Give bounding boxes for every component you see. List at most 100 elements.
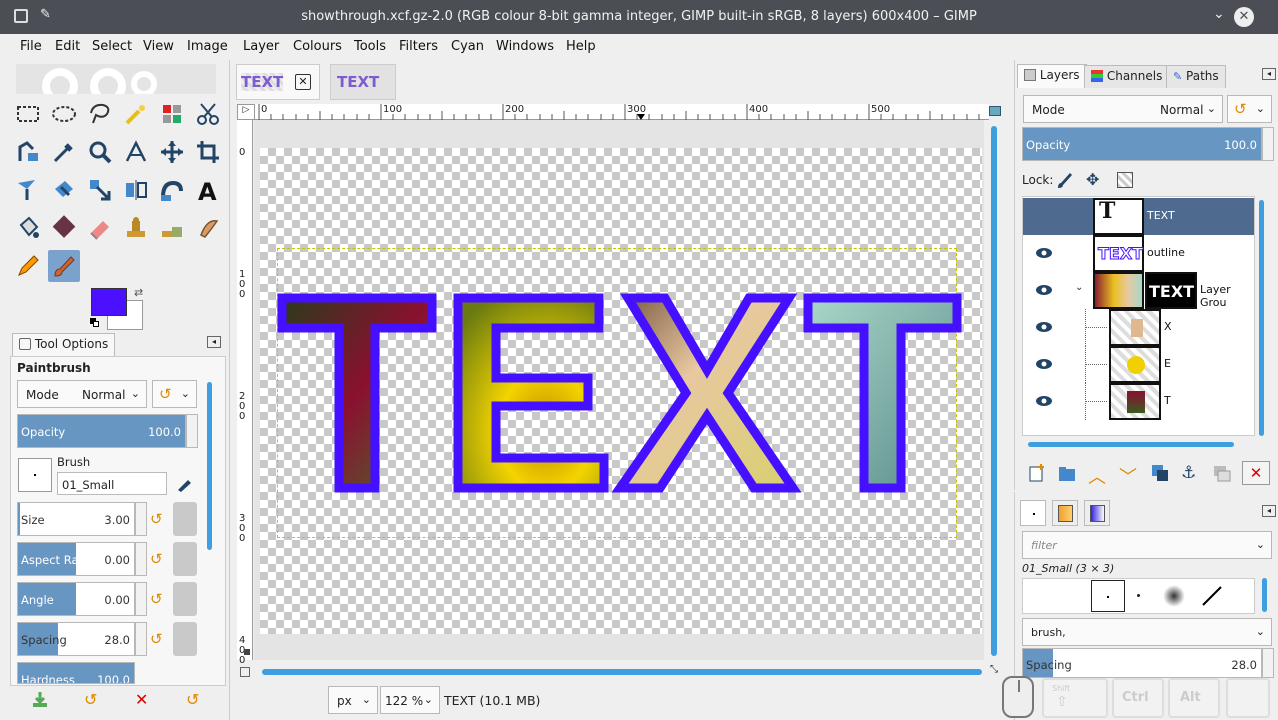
lock-pixels-icon[interactable]: [1056, 171, 1074, 189]
menu-select[interactable]: Select: [92, 39, 132, 54]
tab-paths[interactable]: ✎ Paths: [1166, 65, 1226, 88]
tab-patterns[interactable]: [1052, 500, 1078, 526]
foreground-color-swatch[interactable]: [91, 288, 127, 316]
size-slider[interactable]: Size 3.00: [17, 502, 135, 536]
measure-tool[interactable]: [120, 136, 152, 168]
angle-slider[interactable]: Angle 0.00: [17, 582, 135, 616]
layers-panel-menu-icon[interactable]: ◂: [1262, 68, 1276, 80]
menu-colours[interactable]: Colours: [293, 39, 342, 54]
color-picker-tool[interactable]: [48, 136, 80, 168]
aspect-ratio-reset-icon[interactable]: ↺: [150, 550, 170, 570]
close-window-button[interactable]: ✕: [1234, 7, 1254, 27]
image-canvas[interactable]: [260, 148, 982, 634]
brush-cell-line[interactable]: [1201, 585, 1223, 607]
aspect-ratio-slider[interactable]: Aspect Ratio 0.00: [17, 542, 135, 576]
heal-tool[interactable]: [156, 212, 188, 244]
scissors-tool[interactable]: [192, 98, 224, 130]
angle-spinner[interactable]: [135, 582, 147, 616]
visibility-eye-icon[interactable]: [1035, 395, 1053, 407]
brush-spacing-slider[interactable]: Spacing 28.0: [1022, 648, 1262, 678]
brushes-panel-menu-icon[interactable]: ◂: [1262, 505, 1276, 517]
opacity-slider[interactable]: Opacity 100.0: [17, 414, 186, 448]
lock-position-icon[interactable]: ✥: [1086, 170, 1099, 189]
size-link-icon[interactable]: [173, 502, 197, 536]
new-layer-icon[interactable]: [1027, 463, 1049, 485]
menu-layer[interactable]: Layer: [243, 39, 279, 54]
brush-cell-2[interactable]: [1137, 594, 1140, 597]
menu-edit[interactable]: Edit: [55, 39, 80, 54]
tab-gradients[interactable]: [1084, 500, 1110, 526]
delete-options-icon[interactable]: ✕: [135, 690, 148, 709]
unified-transform-tool[interactable]: [12, 174, 44, 206]
layer-row-x[interactable]: X: [1023, 309, 1254, 346]
layer-mode-reset-combo[interactable]: ↺ ⌄: [1227, 95, 1272, 123]
rect-select-tool[interactable]: [12, 98, 44, 130]
lower-layer-icon[interactable]: ﹀: [1119, 463, 1141, 488]
scale-tool[interactable]: [84, 174, 116, 206]
spacing-link-icon[interactable]: [173, 622, 197, 656]
angle-link-icon[interactable]: [173, 582, 197, 616]
brush-name-field[interactable]: 01_Small: [57, 472, 167, 495]
brush-filter-input[interactable]: filter ⌄: [1022, 531, 1272, 559]
image-tab-2[interactable]: TEXT: [330, 64, 396, 100]
expand-group-icon[interactable]: ⌄: [1075, 282, 1083, 293]
merge-layer-icon[interactable]: [1212, 463, 1234, 485]
spacing-spinner[interactable]: [135, 622, 147, 656]
brush-preview-button[interactable]: [18, 458, 52, 492]
layer-row-outline[interactable]: TEXT outline: [1023, 235, 1254, 272]
pencil-tool[interactable]: [12, 250, 44, 282]
brush-tag-input[interactable]: brush, ⌄: [1022, 618, 1272, 646]
nav-preview-icon[interactable]: [989, 106, 1001, 116]
save-options-icon[interactable]: [31, 690, 49, 708]
smudge-tool[interactable]: [192, 212, 224, 244]
visibility-eye-icon[interactable]: [1035, 284, 1053, 296]
select-by-color-tool[interactable]: [156, 98, 188, 130]
zoom-tool[interactable]: [84, 136, 116, 168]
canvas-viewport[interactable]: [254, 120, 984, 660]
minimize-icon[interactable]: ⌄: [1213, 6, 1225, 22]
clone-tool[interactable]: [120, 212, 152, 244]
panel-menu-icon[interactable]: ◂: [207, 336, 221, 348]
spacing-slider[interactable]: Spacing 28.0: [17, 622, 135, 656]
fuzzy-select-tool[interactable]: [120, 98, 152, 130]
bucket-fill-tool[interactable]: [12, 212, 44, 244]
mode-combo[interactable]: Mode Normal ⌄: [17, 380, 147, 408]
layers-h-scrollbar[interactable]: [1028, 442, 1234, 447]
hardness-slider[interactable]: Hardness 100.0: [17, 662, 135, 684]
lock-alpha-icon[interactable]: [1117, 172, 1133, 188]
anchor-layer-icon[interactable]: ⚓: [1181, 463, 1203, 485]
ruler-corner[interactable]: ▷: [237, 104, 255, 120]
menu-view[interactable]: View: [143, 39, 174, 54]
gradient-tool[interactable]: [48, 212, 80, 244]
vertical-scrollbar[interactable]: [991, 126, 997, 656]
menu-windows[interactable]: Windows: [496, 39, 554, 54]
brush-cell-small[interactable]: [1091, 580, 1125, 612]
warp-tool[interactable]: [156, 174, 188, 206]
tool-options-scrollbar[interactable]: [207, 382, 212, 550]
image-tab-active[interactable]: TEXT ✕: [236, 64, 320, 100]
ellipse-select-tool[interactable]: [48, 98, 80, 130]
menu-filters[interactable]: Filters: [399, 39, 438, 54]
mode-reset-combo[interactable]: ↺ ⌄: [152, 380, 197, 408]
size-reset-icon[interactable]: ↺: [150, 510, 170, 530]
default-colors-icon[interactable]: [90, 318, 100, 328]
visibility-eye-icon[interactable]: [1035, 321, 1053, 333]
menu-cyan[interactable]: Cyan: [451, 39, 484, 54]
tab-tool-options[interactable]: Tool Options: [12, 333, 116, 357]
swap-colors-icon[interactable]: ⇄: [134, 286, 143, 299]
aspect-ratio-spinner[interactable]: [135, 542, 147, 576]
duplicate-layer-icon[interactable]: [1150, 463, 1172, 485]
visibility-eye-icon[interactable]: [1035, 358, 1053, 370]
opacity-spinner[interactable]: [186, 414, 198, 448]
canvas-dim-toggle[interactable]: [244, 649, 250, 655]
layer-row-t[interactable]: T: [1023, 383, 1254, 420]
delete-layer-button[interactable]: ✕: [1242, 461, 1270, 485]
eraser-tool[interactable]: [84, 212, 116, 244]
size-spinner[interactable]: [135, 502, 147, 536]
paintbrush-tool[interactable]: [48, 250, 80, 282]
menu-image[interactable]: Image: [187, 39, 228, 54]
free-select-tool[interactable]: [84, 98, 116, 130]
crop-tool[interactable]: [192, 136, 224, 168]
reset-options-icon[interactable]: ↺: [186, 690, 199, 709]
tab-channels[interactable]: Channels: [1084, 65, 1170, 88]
